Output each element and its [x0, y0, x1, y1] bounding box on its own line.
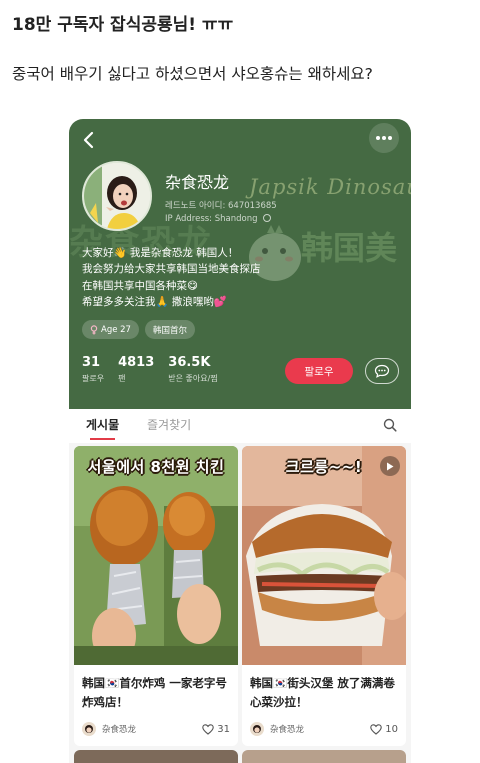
- post-thumbnail: 서울에서 8천원 치킨: [74, 446, 238, 665]
- stat-likes[interactable]: 36.5K 받은 좋아요/찜: [168, 355, 217, 384]
- bio-line: 大家好👋 我是杂食恐龙 韩国人！: [82, 247, 239, 259]
- play-icon[interactable]: [380, 456, 400, 476]
- more-icon[interactable]: [369, 123, 399, 153]
- post-title: 韩国🇰🇷街头汉堡 放了满满卷心菜沙拉！: [250, 676, 395, 709]
- age-tag: Age 27: [82, 320, 139, 339]
- author-name: 杂食恐龙: [270, 725, 305, 735]
- embedded-screenshot: 杂食恐龙 韩国美 Japsik Dinosaur: [69, 119, 411, 763]
- tab-posts[interactable]: 게시물: [86, 416, 119, 440]
- profile-bio: 大家好👋 我是杂食恐龙 韩国人！ 我会努力给大家共享韩国当地美食探店 在韩国共享…: [82, 245, 261, 311]
- like-count-value: 31: [217, 723, 230, 735]
- stat-value: 31: [82, 355, 101, 370]
- post-meta: 杂食恐龙 10: [250, 721, 398, 737]
- account-id: 레드노트 아이디: 647013685: [165, 201, 277, 211]
- post-thumbnail: 크르릉~~!: [242, 446, 406, 665]
- post-card-partial[interactable]: [242, 750, 406, 763]
- ip-address-text: IP Address: Shandong: [165, 214, 258, 224]
- location-tag-label: 韩国首尔: [152, 325, 187, 336]
- heart-icon: [202, 723, 215, 735]
- stat-fans[interactable]: 4813 팬: [118, 355, 154, 384]
- chat-button[interactable]: [365, 358, 399, 384]
- follow-button[interactable]: 팔로우: [285, 358, 353, 384]
- stat-value: 4813: [118, 355, 155, 370]
- post-card[interactable]: 크르릉~~! 韩国🇰🇷街头汉堡 放了满满卷心菜沙拉！ 杂食恐龙 10: [242, 446, 406, 746]
- stat-value: 36.5K: [168, 355, 211, 370]
- avatar[interactable]: [82, 161, 152, 231]
- profile-stats: 31 팔로우 4813 팬 36.5K 받은 좋아요/찜: [82, 355, 218, 384]
- profile-nickname: 杂食恐龙: [165, 173, 230, 192]
- post-meta: 杂食恐龙 31: [82, 721, 230, 737]
- author-avatar: [250, 722, 264, 736]
- post-card-partial[interactable]: [74, 750, 238, 763]
- bio-line: 我会努力给大家共享韩国当地美食探店: [82, 263, 261, 276]
- location-tag: 韩国首尔: [144, 320, 195, 339]
- stat-following[interactable]: 31 팔로우: [82, 355, 104, 384]
- content-tabs: 게시물 즐겨찾기: [69, 409, 411, 443]
- tab-favorites[interactable]: 즐겨찾기: [147, 416, 191, 433]
- search-icon[interactable]: [383, 417, 397, 436]
- author-name: 杂食恐龙: [102, 725, 137, 735]
- profile-tags: Age 27 韩国首尔: [82, 320, 195, 339]
- age-tag-label: Age 27: [101, 324, 131, 335]
- like-count[interactable]: 31: [202, 724, 230, 735]
- heart-icon: [370, 723, 383, 735]
- profile-header: 杂食恐龙 韩国美 Japsik Dinosaur: [69, 119, 411, 409]
- post-card[interactable]: 서울에서 8천원 치킨 韩国🇰🇷首尔炸鸡 一家老字号炸鸡店！ 杂食恐龙 31: [74, 446, 238, 746]
- info-icon[interactable]: [263, 214, 272, 222]
- stat-label: 받은 좋아요/찜: [168, 374, 218, 383]
- watermark-en: Japsik Dinosaur: [249, 175, 411, 199]
- ip-address: IP Address: Shandong: [165, 214, 272, 224]
- back-arrow-icon[interactable]: [81, 129, 95, 153]
- post-title: 韩国🇰🇷首尔炸鸡 一家老字号炸鸡店！: [82, 676, 227, 709]
- post-body: 중국어 배우기 싫다고 하셨으면서 샤오홍슈는 왜하세요?: [12, 65, 373, 83]
- post-grid: 서울에서 8천원 치킨 韩国🇰🇷首尔炸鸡 一家老字号炸鸡店！ 杂食恐龙 31 크…: [69, 443, 411, 763]
- post-title: 18만 구독자 잡식공룡님! ㅠㅠ: [12, 15, 234, 35]
- author-avatar: [82, 722, 96, 736]
- like-count-value: 10: [385, 723, 398, 735]
- bio-line: 希望多多关注我🙏 撒浪嘿哟💕: [82, 296, 227, 309]
- stat-label: 팔로우: [82, 374, 105, 383]
- thumbnail-caption: 서울에서 8천원 치킨: [87, 458, 225, 476]
- like-count[interactable]: 10: [370, 724, 398, 735]
- chat-icon: [374, 364, 390, 378]
- female-icon: [90, 324, 98, 334]
- bio-line: 在韩国共享中国各种菜😋: [82, 279, 198, 292]
- watermark-cn-secondary: 韩国美: [301, 229, 398, 267]
- stat-label: 팬: [118, 374, 126, 383]
